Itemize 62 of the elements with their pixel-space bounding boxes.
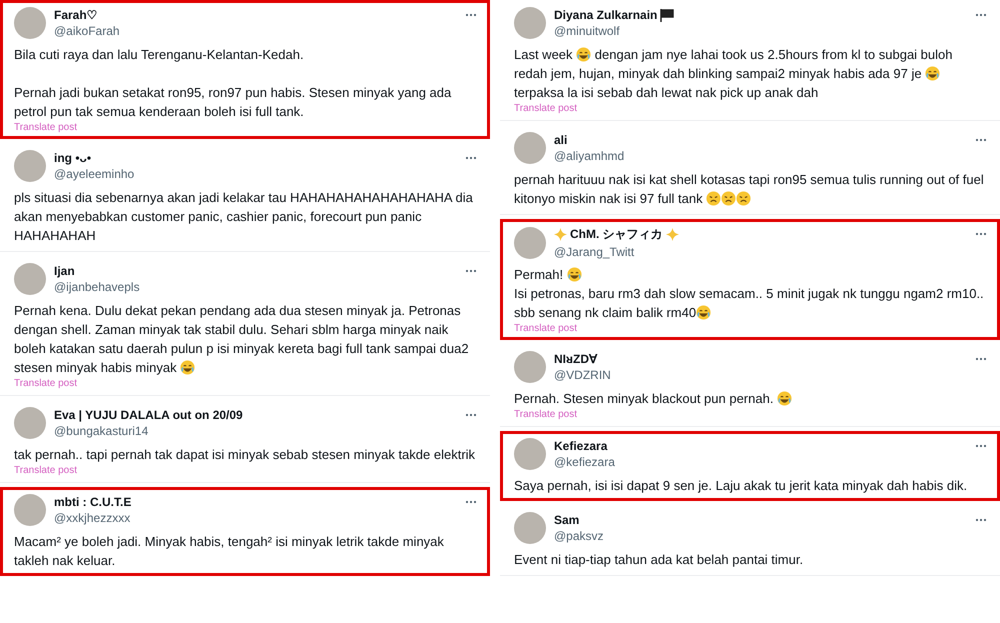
user-name[interactable]: Kefiezara bbox=[554, 439, 608, 453]
user-handle[interactable]: @aliyamhmd bbox=[554, 149, 967, 163]
more-options-icon[interactable] bbox=[975, 518, 987, 522]
post-text: Permah! Isi petronas, baru rm3 dah slow semacam.. 5 minit jugak nk tunggu ngam2 rm10.. sbb senang nk claim balik rm40 bbox=[514, 266, 985, 322]
post-text: Bila cuti raya dan lalu Terenganu-Kelantan-Kedah. Pernah jadi bukan setakat ron95, ron97 pun habis. Stesen minyak yang ada petrol pun tak semua kenderaan boleh isi full tank. bbox=[14, 46, 452, 121]
laughing-face-icon bbox=[576, 47, 592, 62]
user-name[interactable]: mbti : C.U.T.E bbox=[54, 495, 132, 509]
post-text: pls situasi dia sebenarnya akan jadi kelakar tau HAHAHAHAHAHAHAHAHA dia akan menyebabkan customer panic, cashier panic, forecourt pun panic HAHAHAHAH bbox=[14, 189, 474, 245]
user-name[interactable]: Farah♡ bbox=[54, 8, 98, 22]
user-name[interactable]: Ijan bbox=[54, 264, 75, 278]
tired-face-icon bbox=[721, 191, 736, 206]
post-text: Last week dengan jam nye lahai took us 2.5hours from kl to subgai buloh redah jem, hujan, minyak dah blinking sampai2 minyak habis ada 97 je terpaksa la isi sebab dah lewat nak pick up anak dah bbox=[514, 46, 954, 102]
translate-link[interactable]: Translate post bbox=[514, 323, 577, 334]
post-text: pernah harituuu nak isi kat shell kotasas tapi ron95 semua tulis running out of fuel kitonyo miskin nak isi 97 full tank bbox=[514, 171, 985, 208]
more-options-icon[interactable] bbox=[975, 232, 987, 236]
laughing-face-icon bbox=[925, 66, 940, 81]
post-text: Pernah. Stesen minyak blackout pun pernah. bbox=[514, 389, 987, 408]
user-handle[interactable]: @ayeleeminho bbox=[54, 167, 457, 181]
user-handle[interactable]: @aikoFarah bbox=[54, 24, 457, 38]
user-handle[interactable]: @VDZRIN bbox=[554, 368, 967, 382]
user-handle[interactable]: @minuitwolf bbox=[554, 24, 967, 38]
user-handle[interactable]: @xxkjhezzxxx bbox=[54, 511, 457, 525]
user-name[interactable]: Sam bbox=[554, 513, 580, 527]
more-options-icon[interactable] bbox=[465, 500, 477, 504]
user-handle[interactable]: @kefiezara bbox=[554, 455, 967, 469]
flag-icon bbox=[660, 8, 674, 22]
more-options-icon[interactable] bbox=[465, 413, 477, 417]
user-name[interactable]: Diyana Zulkarnain bbox=[554, 8, 658, 22]
more-options-icon[interactable] bbox=[975, 13, 987, 17]
post-text: Saya pernah, isi isi dapat 9 sen je. Laju akak tu jerit kata minyak dah habis dik. bbox=[514, 477, 968, 495]
user-name[interactable]: ChM. シャフィカ bbox=[570, 226, 663, 243]
post-text: Event ni tiap-tiap tahun ada kat belah pantai timur. bbox=[514, 551, 804, 569]
sparkle-icon bbox=[666, 228, 679, 241]
more-options-icon[interactable] bbox=[975, 357, 987, 361]
more-options-icon[interactable] bbox=[975, 444, 987, 448]
user-handle[interactable]: @ijanbehavepls bbox=[54, 280, 457, 294]
tired-face-icon bbox=[736, 191, 752, 206]
user-name[interactable]: Eva | YUJU DALALA out on 20/09 bbox=[54, 408, 243, 422]
sparkle-icon bbox=[554, 228, 567, 241]
post-text: Macam² ye boleh jadi. Minyak habis, tengah² isi minyak letrik takde minyak takleh nak keluar. bbox=[14, 533, 445, 570]
user-name[interactable]: NIᴚZD∀ bbox=[554, 352, 597, 366]
more-options-icon[interactable] bbox=[465, 269, 477, 273]
user-name[interactable]: ali bbox=[554, 133, 568, 147]
post-text: tak pernah.. tapi pernah tak dapat isi minyak sebab stesen minyak takde elektrik bbox=[14, 446, 476, 464]
translate-link[interactable]: Translate post bbox=[14, 122, 77, 133]
user-handle[interactable]: @bungakasturi14 bbox=[54, 424, 457, 438]
post-text: Pernah kena. Dulu dekat pekan pendang ada dua stesen minyak ja. Petronas dengan shell. Zaman minyak tak stabil dulu. Sehari sblm harga minyak naik boleh katakan satu daerah pulun p isi minyak kereta bagi full tank sampai dua2 stesen minyak habis minyak bbox=[14, 302, 470, 377]
translate-link[interactable]: Translate post bbox=[514, 409, 577, 420]
user-handle[interactable]: @Jarang_Twitt bbox=[554, 245, 967, 259]
translate-link[interactable]: Translate post bbox=[514, 103, 577, 114]
more-options-icon[interactable] bbox=[465, 13, 477, 17]
crying-face-icon bbox=[566, 267, 582, 282]
user-name[interactable]: ing •ᴗ• bbox=[54, 151, 92, 165]
more-options-icon[interactable] bbox=[975, 138, 987, 142]
laughing-face-icon bbox=[180, 360, 196, 375]
more-options-icon[interactable] bbox=[465, 156, 477, 160]
laughing-face-icon bbox=[777, 391, 792, 406]
translate-link[interactable]: Translate post bbox=[14, 465, 77, 476]
user-handle[interactable]: @paksvz bbox=[554, 529, 967, 543]
crying-face-icon bbox=[696, 305, 712, 320]
tired-face-icon bbox=[706, 191, 722, 206]
translate-link[interactable]: Translate post bbox=[14, 378, 77, 389]
